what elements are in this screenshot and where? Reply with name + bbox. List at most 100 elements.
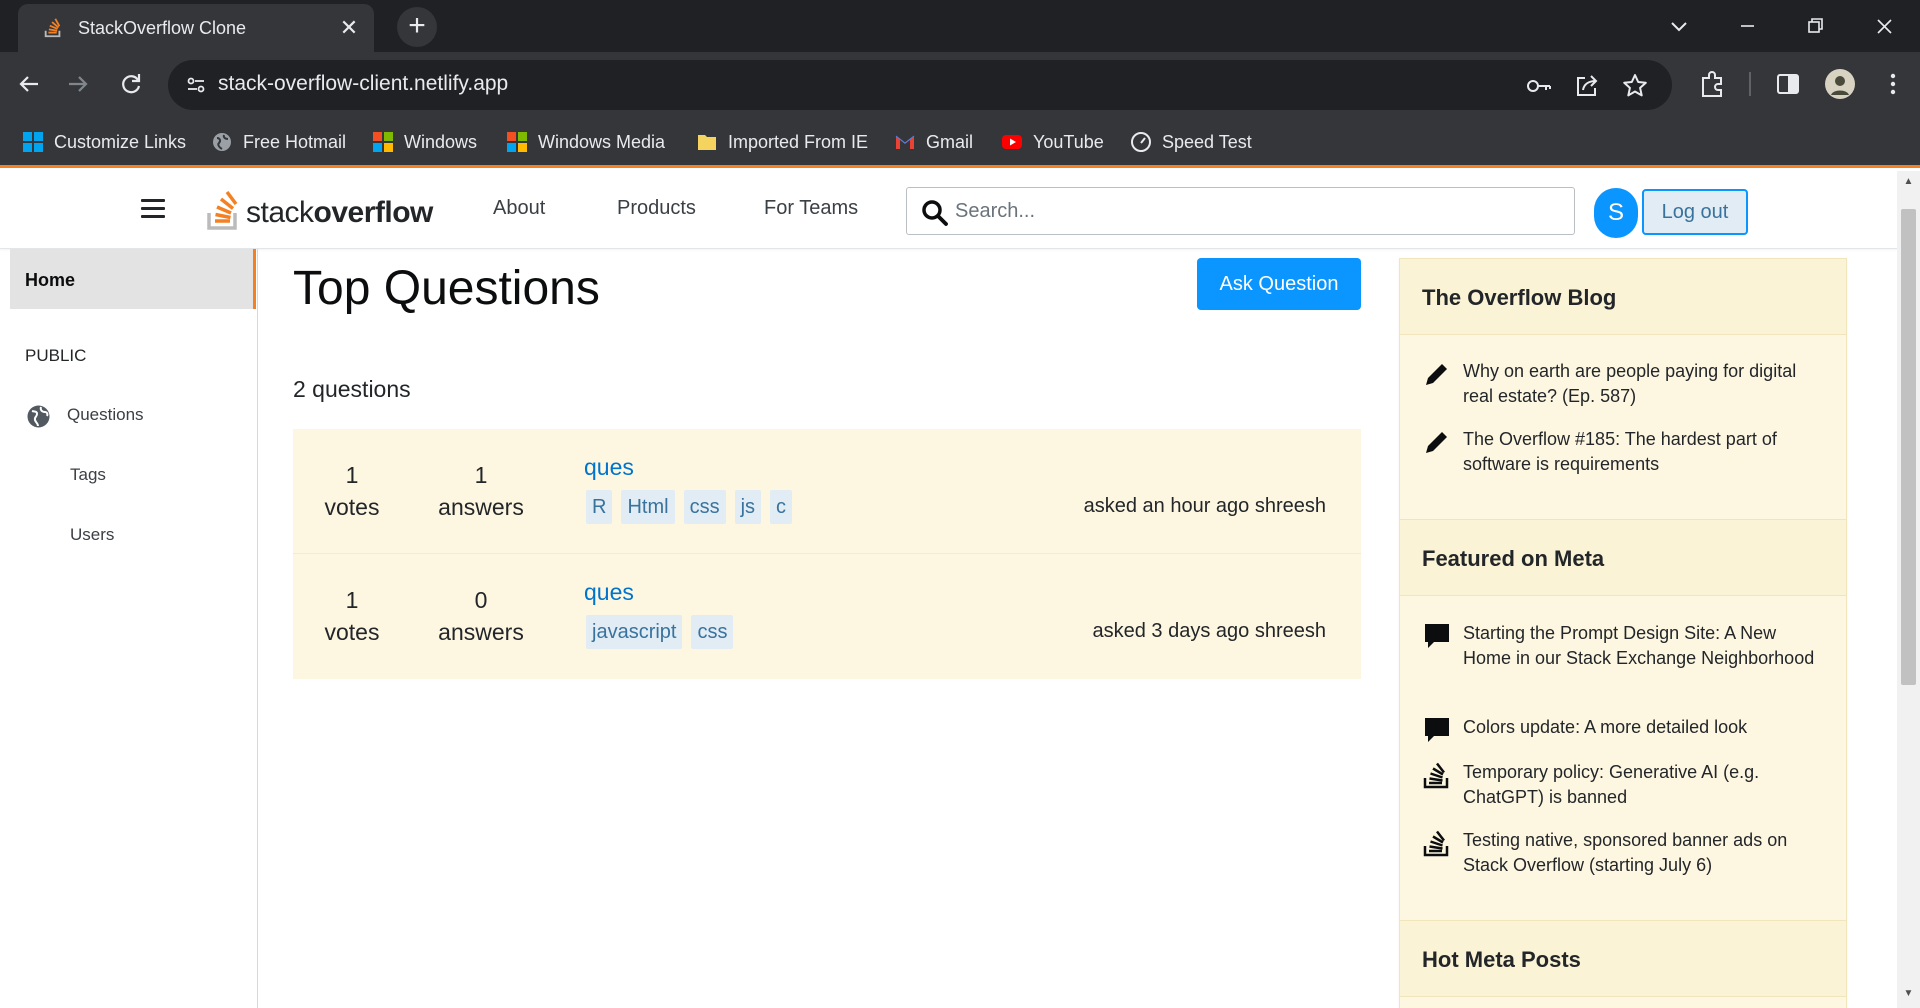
bookmark-label: Imported From IE (728, 131, 869, 152)
pencil-icon (1426, 364, 1447, 385)
site-header: stackoverflow About Products For Teams S… (0, 171, 1897, 249)
bookmark-customize-links[interactable]: Customize Links (22, 128, 186, 156)
widget-title: Hot Meta Posts (1400, 921, 1846, 997)
close-window-icon[interactable] (1866, 8, 1902, 44)
overflow-blog-widget: The Overflow Blog Why on earth are peopl… (1399, 258, 1847, 520)
question-row: 1 votes 0 answers ques javascript css aske… (293, 554, 1361, 679)
bookmark-free-hotmail[interactable]: Free Hotmail (211, 128, 346, 156)
blog-item[interactable]: Why on earth are people paying for digit… (1463, 359, 1823, 409)
sidebar-item-home[interactable]: Home (10, 249, 256, 309)
sidebar-section-public: PUBLIC (25, 346, 87, 365)
meta-item[interactable]: Starting the Prompt Design Site: A New H… (1463, 621, 1823, 671)
profile-avatar-icon[interactable] (1824, 68, 1856, 100)
bookmark-star-icon[interactable] (1621, 72, 1649, 100)
speedometer-icon (1131, 132, 1151, 152)
answer-count: 0 answers (438, 587, 524, 645)
youtube-icon (1002, 135, 1022, 149)
web-page: stackoverflow About Products For Teams S… (0, 171, 1897, 1008)
hot-meta-posts-widget: Hot Meta Posts (1399, 920, 1847, 1008)
sidebar-item-users[interactable]: Users (70, 525, 114, 545)
bookmark-imported-from-ie[interactable]: Imported From IE (696, 128, 868, 156)
bookmark-youtube[interactable]: YouTube (1001, 128, 1104, 156)
bookmark-label: Windows (404, 131, 478, 152)
page-scrollbar[interactable]: ▲ ▼ (1897, 171, 1920, 1008)
meta-item[interactable]: Temporary policy: Generative AI (e.g. Ch… (1463, 760, 1823, 810)
bookmarks-bar: Customize Links Free Hotmail Windows Win… (0, 116, 1920, 168)
scroll-up-icon[interactable]: ▲ (1901, 175, 1916, 189)
tag[interactable]: javascript (586, 615, 683, 649)
tab-search-chevron-icon[interactable] (1661, 8, 1697, 44)
nav-products[interactable]: Products (617, 197, 696, 220)
sidebar-item-tags[interactable]: Tags (70, 465, 106, 485)
password-key-icon[interactable] (1525, 72, 1553, 100)
scroll-down-icon[interactable]: ▼ (1901, 987, 1916, 1001)
featured-meta-widget: Featured on Meta Starting the Prompt Des… (1399, 519, 1847, 921)
question-title-link[interactable]: ques (584, 454, 634, 481)
nav-for-teams[interactable]: For Teams (764, 197, 858, 220)
page-title: Top Questions (293, 262, 600, 315)
reload-icon[interactable] (113, 66, 149, 102)
sidebar-item-questions[interactable]: Questions (67, 405, 144, 425)
tag[interactable]: css (691, 615, 734, 649)
scroll-thumb[interactable] (1901, 209, 1916, 685)
bookmark-gmail[interactable]: Gmail (894, 128, 973, 156)
ask-question-button[interactable]: Ask Question (1197, 258, 1361, 310)
minimize-icon[interactable] (1729, 8, 1765, 44)
vote-count: 1 votes (324, 462, 380, 520)
speech-bubble-icon (1425, 624, 1449, 648)
bookmark-label: Speed Test (1162, 131, 1252, 152)
tag[interactable]: c (770, 490, 793, 524)
meta-item[interactable]: Colors update: A more detailed look (1463, 715, 1823, 740)
extensions-icon[interactable] (1697, 68, 1729, 100)
search-icon (922, 200, 948, 226)
bookmark-speed-test[interactable]: Speed Test (1130, 128, 1252, 156)
tag[interactable]: R (586, 490, 613, 524)
hamburger-menu-icon[interactable] (141, 199, 165, 219)
bookmark-windows-media[interactable]: Windows Media (506, 128, 665, 156)
answer-count: 1 answers (438, 462, 524, 520)
speech-bubble-icon (1425, 718, 1449, 742)
asked-info: asked 3 days ago shreesh (1092, 620, 1327, 642)
restore-icon[interactable] (1797, 8, 1833, 44)
toolbar-divider (1749, 72, 1751, 96)
logout-button[interactable]: Log out (1642, 189, 1748, 235)
close-tab-icon[interactable]: ✕ (336, 15, 362, 41)
blog-item[interactable]: The Overflow #185: The hardest part of s… (1463, 427, 1823, 477)
forward-icon[interactable] (60, 66, 96, 102)
widget-title: The Overflow Blog (1400, 259, 1846, 335)
question-title-link[interactable]: ques (584, 579, 634, 606)
bookmark-label: Free Hotmail (243, 131, 347, 152)
left-sidebar: Home PUBLIC Questions Tags Users (0, 249, 258, 1008)
back-icon[interactable] (11, 66, 47, 102)
logo-wordmark: stackoverflow (246, 196, 433, 229)
share-icon[interactable] (1573, 72, 1601, 100)
question-tags: javascript css (586, 615, 734, 649)
widget-title: Featured on Meta (1400, 520, 1846, 596)
address-bar[interactable]: stack-overflow-client.netlify.app (168, 60, 1672, 110)
browser-tab[interactable]: StackOverflow Clone ✕ (18, 4, 374, 52)
bookmark-windows[interactable]: Windows (372, 128, 477, 156)
tag[interactable]: css (683, 490, 726, 524)
search-input[interactable] (955, 197, 1555, 225)
question-list: 1 votes 1 answers ques R Html css js c ask… (293, 429, 1361, 679)
microsoft-logo-icon (373, 132, 393, 152)
site-info-icon[interactable] (184, 73, 208, 97)
bookmark-label: Gmail (926, 131, 974, 152)
meta-item[interactable]: Testing native, sponsored banner ads on … (1463, 828, 1823, 878)
tag[interactable]: Html (621, 490, 675, 524)
more-menu-icon[interactable] (1877, 68, 1909, 100)
bookmark-label: Customize Links (54, 131, 187, 152)
browser-tab-strip: StackOverflow Clone ✕ + (0, 0, 1920, 52)
side-panel-icon[interactable] (1772, 68, 1804, 100)
site-logo[interactable]: stackoverflow (206, 187, 433, 231)
folder-icon (698, 135, 716, 150)
nav-about[interactable]: About (493, 197, 545, 220)
question-tags: R Html css js c (586, 490, 793, 524)
user-avatar[interactable]: S (1594, 188, 1638, 238)
stack-exchange-icon (1423, 762, 1449, 789)
stackoverflow-logo-icon (207, 190, 238, 230)
vote-count: 1 votes (324, 587, 380, 645)
new-tab-button[interactable]: + (397, 7, 437, 47)
tag[interactable]: js (734, 490, 762, 524)
stackoverflow-favicon-icon (44, 18, 61, 38)
